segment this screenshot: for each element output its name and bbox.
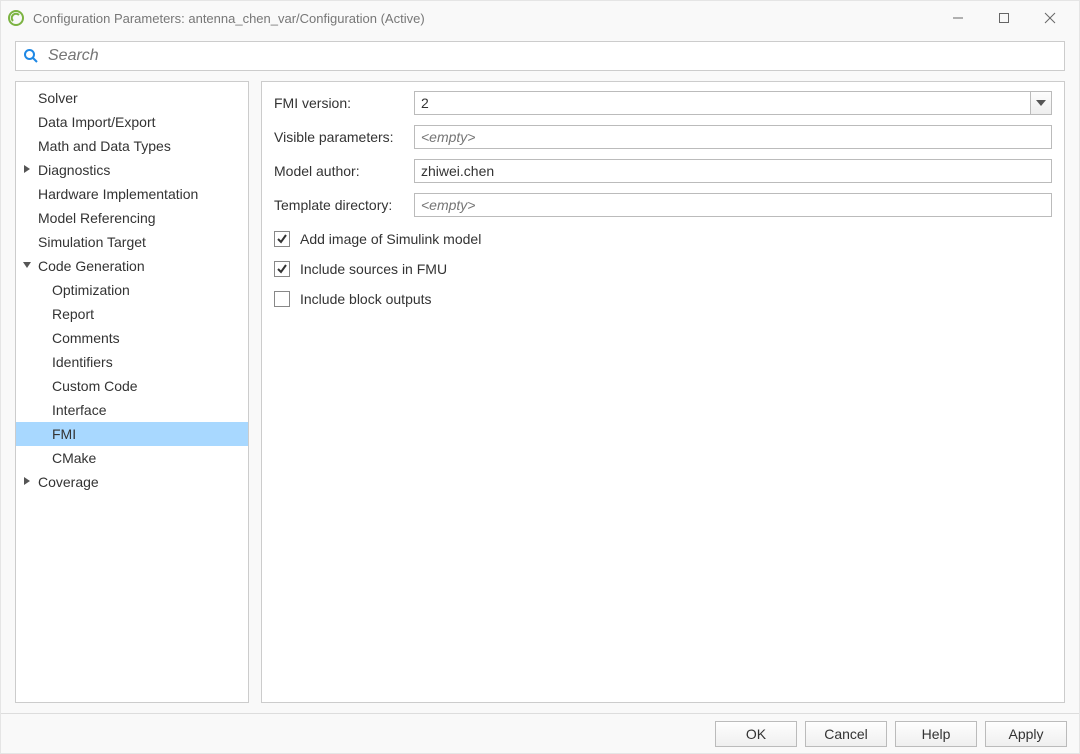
chevron-right-icon[interactable]: [22, 476, 32, 486]
sidebar-item-label: Code Generation: [38, 258, 145, 274]
minimize-button[interactable]: [935, 4, 981, 32]
sidebar-item-label: Math and Data Types: [38, 138, 171, 154]
sidebar-item-optimization[interactable]: Optimization: [16, 278, 248, 302]
checkbox-include-block-outputs[interactable]: [274, 291, 290, 307]
sidebar-item-label: Hardware Implementation: [38, 186, 198, 202]
sidebar-item-label: Custom Code: [52, 378, 138, 394]
checkbox-include-sources[interactable]: [274, 261, 290, 277]
sidebar-item-custom-code[interactable]: Custom Code: [16, 374, 248, 398]
search-row: [1, 35, 1079, 77]
chevron-down-icon: [1036, 100, 1046, 106]
sidebar-item-identifiers[interactable]: Identifiers: [16, 350, 248, 374]
close-icon: [1044, 12, 1056, 24]
row-model-author: Model author:: [274, 158, 1052, 184]
search-input[interactable]: [46, 46, 1058, 66]
search-box[interactable]: [15, 41, 1065, 71]
sidebar-item-label: Coverage: [38, 474, 99, 490]
sidebar-item-label: Diagnostics: [38, 162, 110, 178]
minimize-icon: [952, 12, 964, 24]
sidebar-item-label: FMI: [52, 426, 76, 442]
help-button[interactable]: Help: [895, 721, 977, 747]
label-include-block-outputs: Include block outputs: [300, 291, 432, 307]
ok-button[interactable]: OK: [715, 721, 797, 747]
sidebar-item-label: CMake: [52, 450, 96, 466]
check-icon: [276, 233, 288, 245]
sidebar-item-cmake[interactable]: CMake: [16, 446, 248, 470]
label-add-image: Add image of Simulink model: [300, 231, 481, 247]
sidebar-item-label: Optimization: [52, 282, 130, 298]
row-add-image: Add image of Simulink model: [274, 226, 1052, 252]
close-button[interactable]: [1027, 4, 1073, 32]
sidebar-item-fmi[interactable]: FMI: [16, 422, 248, 446]
row-visible-params: Visible parameters:: [274, 124, 1052, 150]
titlebar: Configuration Parameters: antenna_chen_v…: [1, 1, 1079, 35]
cancel-button[interactable]: Cancel: [805, 721, 887, 747]
input-model-author[interactable]: [414, 159, 1052, 183]
maximize-icon: [998, 12, 1010, 24]
body: Solver Data Import/Export Math and Data Ty…: [1, 77, 1079, 713]
label-model-author: Model author:: [274, 163, 414, 179]
sidebar-item-code-generation[interactable]: Code Generation: [16, 254, 248, 278]
sidebar-item-solver[interactable]: Solver: [16, 86, 248, 110]
label-template-dir: Template directory:: [274, 197, 414, 213]
sidebar-item-label: Solver: [38, 90, 78, 106]
row-fmi-version: FMI version: 2: [274, 90, 1052, 116]
search-icon: [22, 47, 40, 65]
window-title: Configuration Parameters: antenna_chen_v…: [33, 11, 935, 26]
maximize-button[interactable]: [981, 4, 1027, 32]
sidebar-tree[interactable]: Solver Data Import/Export Math and Data Ty…: [15, 81, 249, 703]
sidebar-item-coverage[interactable]: Coverage: [16, 470, 248, 494]
label-fmi-version: FMI version:: [274, 95, 414, 111]
label-include-sources: Include sources in FMU: [300, 261, 447, 277]
sidebar-item-diagnostics[interactable]: Diagnostics: [16, 158, 248, 182]
sidebar-item-label: Identifiers: [52, 354, 113, 370]
sidebar-item-label: Comments: [52, 330, 120, 346]
row-include-block-outputs: Include block outputs: [274, 286, 1052, 312]
sidebar-item-hardware-implementation[interactable]: Hardware Implementation: [16, 182, 248, 206]
apply-button[interactable]: Apply: [985, 721, 1067, 747]
sidebar-item-simulation-target[interactable]: Simulation Target: [16, 230, 248, 254]
label-visible-params: Visible parameters:: [274, 129, 414, 145]
sidebar-item-data-import-export[interactable]: Data Import/Export: [16, 110, 248, 134]
select-fmi-version-value: 2: [414, 91, 1030, 115]
chevron-right-icon[interactable]: [22, 164, 32, 174]
sidebar-item-label: Data Import/Export: [38, 114, 156, 130]
row-include-sources: Include sources in FMU: [274, 256, 1052, 282]
chevron-down-icon[interactable]: [22, 260, 32, 270]
sidebar-item-label: Model Referencing: [38, 210, 156, 226]
content-panel: FMI version: 2 Visible parameters: Model…: [261, 81, 1065, 703]
sidebar-item-label: Report: [52, 306, 94, 322]
select-fmi-version-button[interactable]: [1030, 91, 1052, 115]
config-window: Configuration Parameters: antenna_chen_v…: [0, 0, 1080, 754]
sidebar-item-model-referencing[interactable]: Model Referencing: [16, 206, 248, 230]
app-icon: [7, 9, 25, 27]
checkbox-add-image[interactable]: [274, 231, 290, 247]
sidebar-item-comments[interactable]: Comments: [16, 326, 248, 350]
sidebar-item-report[interactable]: Report: [16, 302, 248, 326]
sidebar-item-label: Interface: [52, 402, 106, 418]
check-icon: [276, 263, 288, 275]
input-visible-params[interactable]: [414, 125, 1052, 149]
input-template-dir[interactable]: [414, 193, 1052, 217]
row-template-dir: Template directory:: [274, 192, 1052, 218]
select-fmi-version[interactable]: 2: [414, 91, 1052, 115]
footer: OK Cancel Help Apply: [1, 713, 1079, 753]
sidebar-item-label: Simulation Target: [38, 234, 146, 250]
sidebar-item-math-and-data-types[interactable]: Math and Data Types: [16, 134, 248, 158]
sidebar-item-interface[interactable]: Interface: [16, 398, 248, 422]
